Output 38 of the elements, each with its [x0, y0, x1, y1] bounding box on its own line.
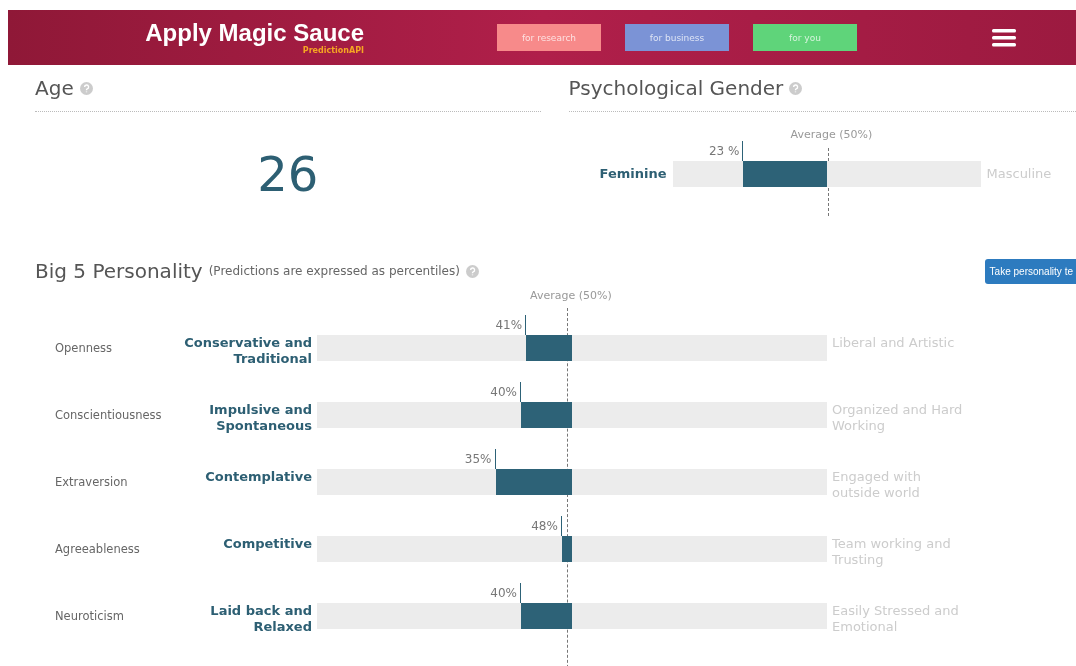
percent-reading: 41% — [495, 317, 524, 334]
pole-label: Laid back and Relaxed — [209, 603, 312, 635]
pole-label: Impulsive and Spontaneous — [208, 402, 312, 434]
trait-name: Extraversion — [55, 474, 128, 491]
section-title: Big 5 Personality — [35, 259, 203, 283]
percent-reading: 35% — [464, 451, 493, 468]
menu-icon[interactable] — [992, 28, 1016, 47]
section-title: Age — [35, 76, 74, 100]
section-note: (Predictions are expressed as percentiles) — [208, 264, 460, 278]
help-icon[interactable] — [465, 264, 479, 278]
trait-name: Openness — [55, 340, 113, 357]
app-subtitle: PredictionAPI — [302, 46, 364, 55]
bar-fill — [561, 536, 572, 562]
percent-reading: 40% — [490, 585, 518, 602]
pole-label: Conservative and Traditional — [183, 335, 312, 367]
section-title: Psychological Gender — [568, 76, 784, 100]
average-label: Average (50%) — [790, 128, 873, 141]
trait-name: Agreeableness — [55, 541, 140, 558]
personality-test-button[interactable]: Take personality te — [984, 258, 1076, 284]
percent-reading: 48% — [531, 518, 559, 535]
app-title[interactable]: Apply Magic Sauce — [145, 20, 364, 46]
pole-label: Competitive — [222, 536, 312, 552]
bar-fill — [526, 335, 572, 361]
average-label: Average (50%) — [530, 289, 612, 302]
trait-name: Neuroticism — [55, 608, 124, 625]
help-icon[interactable] — [789, 81, 803, 95]
nav-button[interactable]: for business — [625, 24, 729, 51]
trait-name: Conscientiousness — [55, 407, 162, 424]
percent-reading: 23 % — [708, 143, 741, 160]
percent-reading: 40% — [490, 384, 518, 401]
pole-label: Feminine — [598, 166, 667, 182]
bar-fill — [521, 402, 572, 428]
age-value: 26 — [257, 146, 319, 202]
help-icon[interactable] — [79, 81, 93, 95]
bar-fill — [521, 603, 572, 629]
nav-button[interactable]: for you — [753, 24, 857, 51]
nav-button[interactable]: for research — [497, 24, 601, 51]
pole-label: Contemplative — [204, 469, 312, 485]
